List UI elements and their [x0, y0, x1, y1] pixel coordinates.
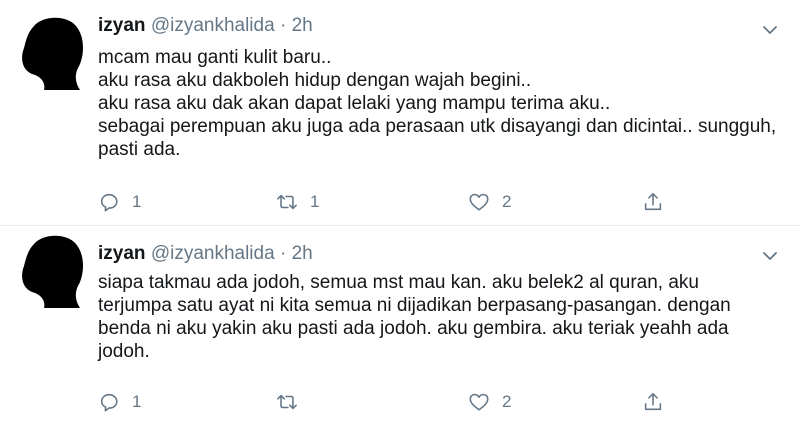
reply-count: 1 [132, 392, 142, 411]
tweet[interactable]: izyan @izyankhalida · 2h mcam mau ganti … [0, 0, 800, 226]
tweet-text-line: aku rasa aku dakboleh hidup dengan wajah… [98, 70, 532, 91]
tweet-text: mcam mau ganti kulit baru.. aku rasa aku… [98, 46, 788, 161]
timestamp[interactable]: 2h [292, 15, 313, 36]
tweet[interactable]: izyan @izyankhalida · 2h siapa takmau ad… [0, 226, 800, 421]
tweet-text-line: terjumpa satu ayat ni kita semua ni dija… [98, 295, 731, 316]
tweet-text-line: pasti ada. [98, 139, 181, 160]
display-name[interactable]: izyan [98, 15, 146, 36]
reply-count: 1 [132, 192, 142, 211]
tweet-text-line: sebagai perempuan aku juga ada perasaan … [98, 116, 777, 137]
like-count: 2 [502, 192, 512, 211]
chevron-down-icon[interactable] [760, 248, 780, 264]
display-name[interactable]: izyan [98, 243, 146, 264]
share-button[interactable] [642, 386, 664, 418]
avatar[interactable] [18, 16, 88, 90]
tweet-text-line: aku rasa aku dak akan dapat lelaki yang … [98, 93, 611, 114]
tweet-text-line: siapa takmau ada jodoh, semua mst mau ka… [98, 272, 699, 293]
reply-icon [100, 193, 118, 212]
tweet-actions: 1 2 [98, 386, 678, 418]
like-button[interactable]: 2 [468, 186, 511, 218]
user-handle[interactable]: @izyankhalida [151, 243, 275, 264]
retweet-icon [277, 194, 297, 210]
tweet-text-line: mcam mau ganti kulit baru.. [98, 47, 332, 68]
user-handle[interactable]: @izyankhalida [151, 15, 275, 36]
heart-icon [469, 393, 489, 411]
share-button[interactable] [642, 186, 664, 218]
tweet-header: izyan @izyankhalida · 2h [98, 242, 313, 266]
retweet-count: 1 [310, 192, 320, 211]
retweet-button[interactable]: 1 [276, 186, 319, 218]
separator: · [279, 243, 287, 264]
retweet-button[interactable] [276, 386, 310, 418]
share-icon [644, 392, 662, 411]
tweet-text-line: benda ni aku yakin aku pasti ada jodoh. … [98, 318, 729, 339]
like-button[interactable]: 2 [468, 386, 511, 418]
chevron-down-icon[interactable] [760, 22, 780, 38]
separator: · [279, 15, 287, 36]
reply-button[interactable]: 1 [98, 186, 141, 218]
reply-icon [100, 393, 118, 412]
heart-icon [469, 193, 489, 211]
tweet-actions: 1 1 2 [98, 186, 678, 218]
tweet-header: izyan @izyankhalida · 2h [98, 14, 313, 38]
like-count: 2 [502, 392, 512, 411]
timestamp[interactable]: 2h [292, 243, 313, 264]
avatar[interactable] [18, 234, 88, 308]
retweet-icon [277, 394, 297, 410]
reply-button[interactable]: 1 [98, 386, 141, 418]
tweet-text: siapa takmau ada jodoh, semua mst mau ka… [98, 271, 788, 363]
tweet-text-line: jodoh. [98, 341, 150, 362]
share-icon [644, 192, 662, 211]
